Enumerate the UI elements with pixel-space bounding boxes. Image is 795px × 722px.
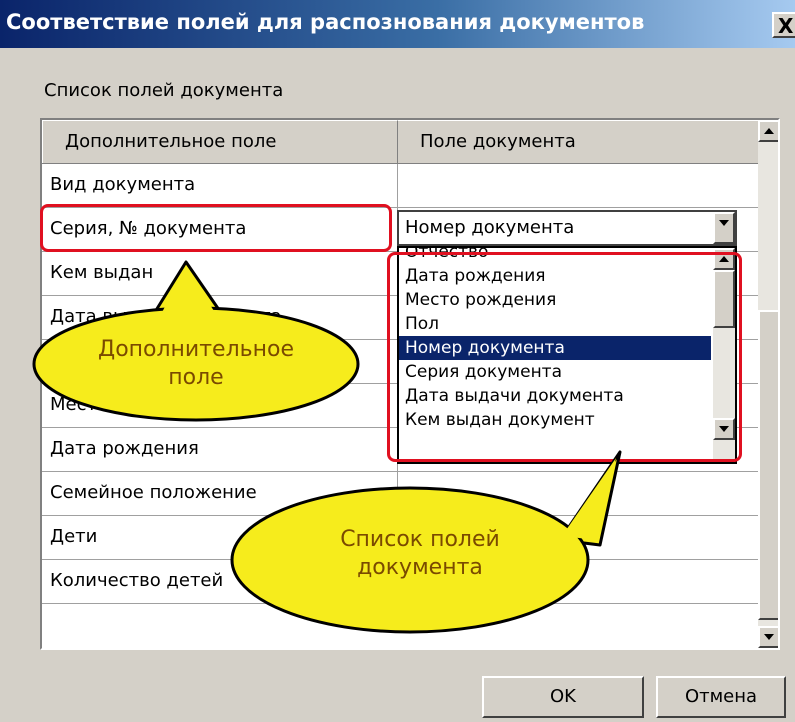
callout-right-text: Список полей документа [300,526,540,582]
field-cell: Серия, № документа [42,208,398,251]
doc-cell[interactable] [398,472,758,515]
field-cell: Семейное положение [42,472,398,515]
arrow-up-icon [719,256,729,262]
grid-scrollbar[interactable] [758,120,778,648]
arrow-down-icon [764,634,774,640]
combo-value: Номер документа [405,217,575,238]
arrow-up-icon [764,128,774,134]
ok-button[interactable]: OK [482,676,644,718]
dropdown-scroll-down-button[interactable] [713,418,735,440]
header-document-field[interactable]: Поле документа [398,120,758,163]
dropdown-option[interactable]: Место рождения [399,288,711,312]
header-additional-field[interactable]: Дополнительное поле [42,120,398,163]
doc-cell[interactable] [398,164,758,207]
callout-left-line2: поле [168,365,224,390]
scrollbar-thumb[interactable] [758,310,778,620]
dropdown-option[interactable]: Дата выдачи документа [399,384,711,408]
dropdown-option[interactable]: Отчество [399,248,711,264]
callout-left-line1: Дополнительное [98,337,294,362]
dropdown-scrollbar[interactable] [713,248,735,462]
scroll-up-button[interactable] [758,120,778,142]
document-field-combo[interactable]: Номер документа [397,210,737,246]
cancel-button[interactable]: Отмена [656,676,786,718]
field-cell: Дата выдачи документа [42,296,398,339]
dropdown-scroll-up-button[interactable] [713,248,735,270]
combo-dropdown-button[interactable] [713,212,735,244]
table-row[interactable]: Вид документа [42,164,758,208]
window-title: Соответствие полей для распознования док… [6,10,645,34]
callout-right-line1: Список полей [340,527,500,552]
field-cell: Вид документа [42,164,398,207]
dropdown-option[interactable]: Серия документа [399,360,711,384]
close-button[interactable]: X [772,12,795,38]
group-label: Список полей документа [44,80,284,101]
field-cell: Кем выдан [42,252,398,295]
dropdown-option[interactable]: Пол [399,312,711,336]
dropdown-option[interactable]: Дата рождения [399,264,711,288]
arrow-down-icon [719,426,729,432]
dropdown-scrollbar-thumb[interactable] [713,270,735,328]
callout-right-line2: документа [357,555,483,580]
scroll-down-button[interactable] [758,626,778,648]
dropdown-option[interactable]: Кем выдан документ [399,408,711,432]
callout-left-text: Дополнительное поле [76,336,316,392]
chevron-down-icon [719,220,729,226]
document-field-dropdown-list[interactable]: Отчество Дата рождения Место рождения По… [397,246,737,464]
dropdown-option-selected[interactable]: Номер документа [399,336,711,360]
grid-header: Дополнительное поле Поле документа [42,120,758,164]
table-row[interactable]: Семейное положение [42,472,758,516]
field-cell: Дата рождения [42,428,398,471]
title-bar: Соответствие полей для распознования док… [0,0,795,48]
